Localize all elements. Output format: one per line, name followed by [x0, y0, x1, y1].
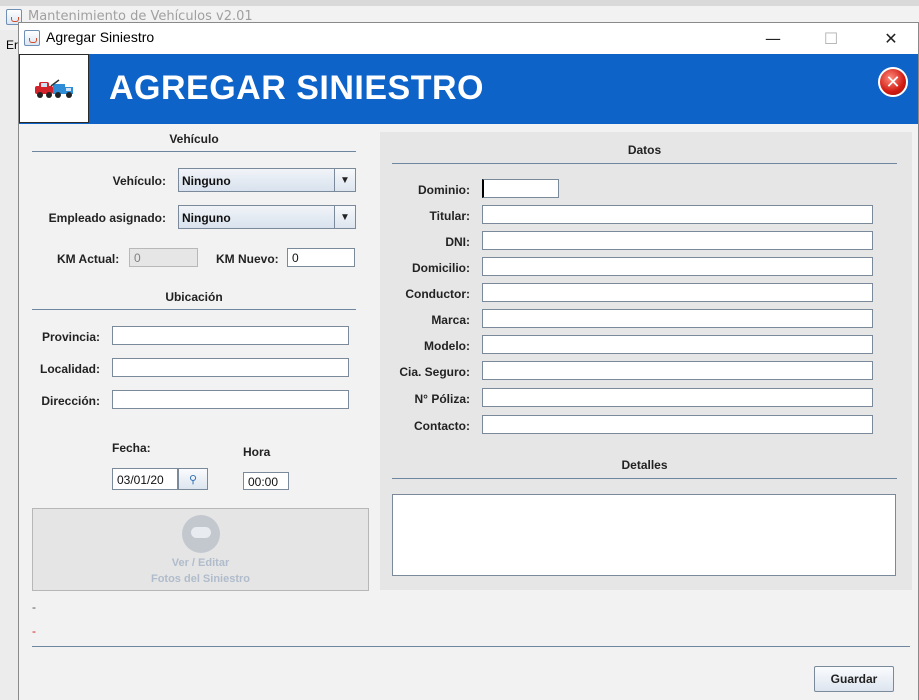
java-app-icon	[24, 30, 40, 46]
modelo-field[interactable]	[482, 335, 873, 354]
detalles-textarea[interactable]	[392, 494, 896, 576]
chevron-down-icon[interactable]: ▼	[334, 169, 355, 191]
titular-label: Titular:	[429, 209, 470, 223]
provincia-field[interactable]	[112, 326, 349, 345]
tow-truck-icon	[19, 54, 89, 123]
numero-poliza-field[interactable]	[482, 388, 873, 407]
empleado-combo-value: Ninguno	[182, 211, 231, 225]
ubicacion-divider	[32, 309, 356, 310]
calendar-picker-icon[interactable]: ⚲	[178, 468, 208, 490]
km-nuevo-label: KM Nuevo:	[216, 252, 279, 266]
minimize-button[interactable]: —	[750, 23, 796, 53]
direccion-field[interactable]	[112, 390, 349, 409]
dni-label: DNI:	[445, 235, 470, 249]
dominio-field[interactable]	[482, 179, 559, 198]
footer-divider	[32, 646, 910, 647]
header-banner: AGREGAR SINIESTRO ✕	[19, 54, 918, 124]
datos-panel: Datos Dominio: Titular: DNI: Domicilio: …	[380, 132, 912, 590]
dialog-title: Agregar Siniestro	[46, 29, 155, 45]
localidad-field[interactable]	[112, 358, 349, 377]
maximize-button[interactable]: ☐	[808, 23, 854, 53]
agregar-siniestro-dialog: Agregar Siniestro — ☐ ✕ AGREGAR SINIESTR…	[18, 22, 919, 700]
fecha-label: Fecha:	[112, 441, 151, 455]
direccion-label: Dirección:	[41, 394, 100, 408]
vehiculo-combo[interactable]: Ninguno ▼	[178, 168, 356, 192]
dni-field[interactable]	[482, 231, 873, 250]
close-window-button[interactable]: ✕	[868, 23, 914, 53]
status-line-2: -	[32, 624, 36, 638]
status-line-1: -	[32, 600, 36, 614]
photos-button-line2: Fotos del Siniestro	[150, 573, 250, 585]
cloud-photo-icon	[182, 515, 220, 553]
hora-label: Hora	[243, 445, 271, 459]
dominio-label: Dominio:	[418, 183, 470, 197]
red-close-icon[interactable]: ✕	[878, 67, 908, 97]
vehiculo-heading: Vehículo	[169, 132, 219, 146]
parent-menu-label[interactable]: Er	[6, 38, 18, 52]
cia-seguro-field[interactable]	[482, 361, 873, 380]
fecha-field[interactable]: 03/01/20	[112, 468, 178, 490]
modelo-label: Modelo:	[424, 339, 470, 353]
detalles-divider	[392, 478, 897, 479]
vehiculo-label: Vehículo:	[112, 174, 166, 188]
numero-poliza-label: N° Póliza:	[414, 392, 470, 406]
dialog-titlebar[interactable]: Agregar Siniestro — ☐ ✕	[19, 23, 918, 53]
ver-editar-fotos-button[interactable]: Ver / Editar Fotos del Siniestro	[32, 508, 369, 591]
km-actual-field: 0	[129, 248, 198, 267]
titular-field[interactable]	[482, 205, 873, 224]
contacto-label: Contacto:	[414, 419, 470, 433]
datos-heading: Datos	[627, 143, 662, 157]
cia-seguro-label: Cia. Seguro:	[399, 365, 470, 379]
chevron-down-icon[interactable]: ▼	[334, 206, 355, 228]
domicilio-label: Domicilio:	[411, 261, 470, 275]
empleado-label: Empleado asignado:	[48, 211, 166, 225]
datos-divider	[392, 163, 897, 164]
ubicacion-heading: Ubicación	[165, 290, 223, 304]
vehiculo-combo-value: Ninguno	[182, 174, 231, 188]
banner-title: AGREGAR SINIESTRO	[109, 69, 484, 107]
km-nuevo-field[interactable]: 0	[287, 248, 355, 267]
guardar-button[interactable]: Guardar	[814, 666, 894, 692]
conductor-field[interactable]	[482, 283, 873, 302]
vehiculo-divider	[32, 151, 356, 152]
contacto-field[interactable]	[482, 415, 873, 434]
domicilio-field[interactable]	[482, 257, 873, 276]
photos-button-line1: Ver / Editar	[171, 557, 230, 569]
form-content: Vehículo Vehículo: Ninguno ▼ Empleado as…	[19, 124, 918, 700]
empleado-combo[interactable]: Ninguno ▼	[178, 205, 356, 229]
detalles-heading: Detalles	[621, 458, 668, 472]
localidad-label: Localidad:	[39, 362, 100, 376]
hora-field[interactable]: 00:00	[243, 472, 289, 490]
marca-label: Marca:	[431, 313, 470, 327]
provincia-label: Provincia:	[41, 330, 100, 344]
km-actual-label: KM Actual:	[57, 252, 120, 266]
marca-field[interactable]	[482, 309, 873, 328]
conductor-label: Conductor:	[405, 287, 470, 301]
